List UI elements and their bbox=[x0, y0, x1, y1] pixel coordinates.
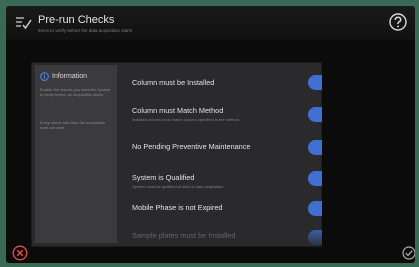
pre-run-checks-screen: Pre-run Checks Items to verify before th… bbox=[6, 6, 415, 263]
check-label: Column must be Installed bbox=[132, 78, 215, 87]
toggle-switch[interactable] bbox=[308, 107, 322, 122]
check-label: Sample plates must be Installed bbox=[132, 231, 236, 240]
checklist-icon bbox=[16, 17, 32, 30]
check-label: Mobile Phase is not Expired bbox=[132, 203, 223, 212]
information-text: Enable the checks you want the system to… bbox=[40, 87, 111, 97]
toggle-switch[interactable] bbox=[308, 75, 322, 90]
page-title: Pre-run Checks bbox=[38, 14, 115, 26]
information-text-failure: If any check fails then the acquisition … bbox=[40, 120, 106, 130]
toggle-switch[interactable] bbox=[308, 171, 322, 186]
information-title: Information bbox=[52, 73, 88, 80]
check-label: Column must Match Method bbox=[132, 106, 224, 115]
checks-panel: Information Enable the checks you want t… bbox=[31, 62, 322, 247]
question-circle-icon[interactable] bbox=[389, 13, 407, 31]
information-sidebar: Information Enable the checks you want t… bbox=[35, 65, 117, 243]
check-label: System is Qualified bbox=[132, 173, 195, 182]
toggle-switch[interactable] bbox=[308, 230, 322, 245]
toggle-switch[interactable] bbox=[308, 201, 322, 216]
close-circle-icon[interactable] bbox=[12, 245, 28, 261]
check-description: Installed column must match column speci… bbox=[132, 117, 239, 122]
toggle-switch[interactable] bbox=[308, 140, 322, 155]
check-description: System must be qualified at start of dat… bbox=[132, 184, 224, 189]
check-circle-icon[interactable] bbox=[402, 246, 415, 260]
page-subtitle: Items to verify before the data acquisit… bbox=[38, 28, 133, 33]
checks-list[interactable]: Column must be Installed Column must Mat… bbox=[124, 63, 322, 246]
information-header: Information bbox=[40, 72, 87, 81]
header: Pre-run Checks Items to verify before th… bbox=[6, 6, 415, 40]
info-icon bbox=[40, 72, 49, 81]
check-label: No Pending Preventive Maintenance bbox=[132, 142, 251, 151]
